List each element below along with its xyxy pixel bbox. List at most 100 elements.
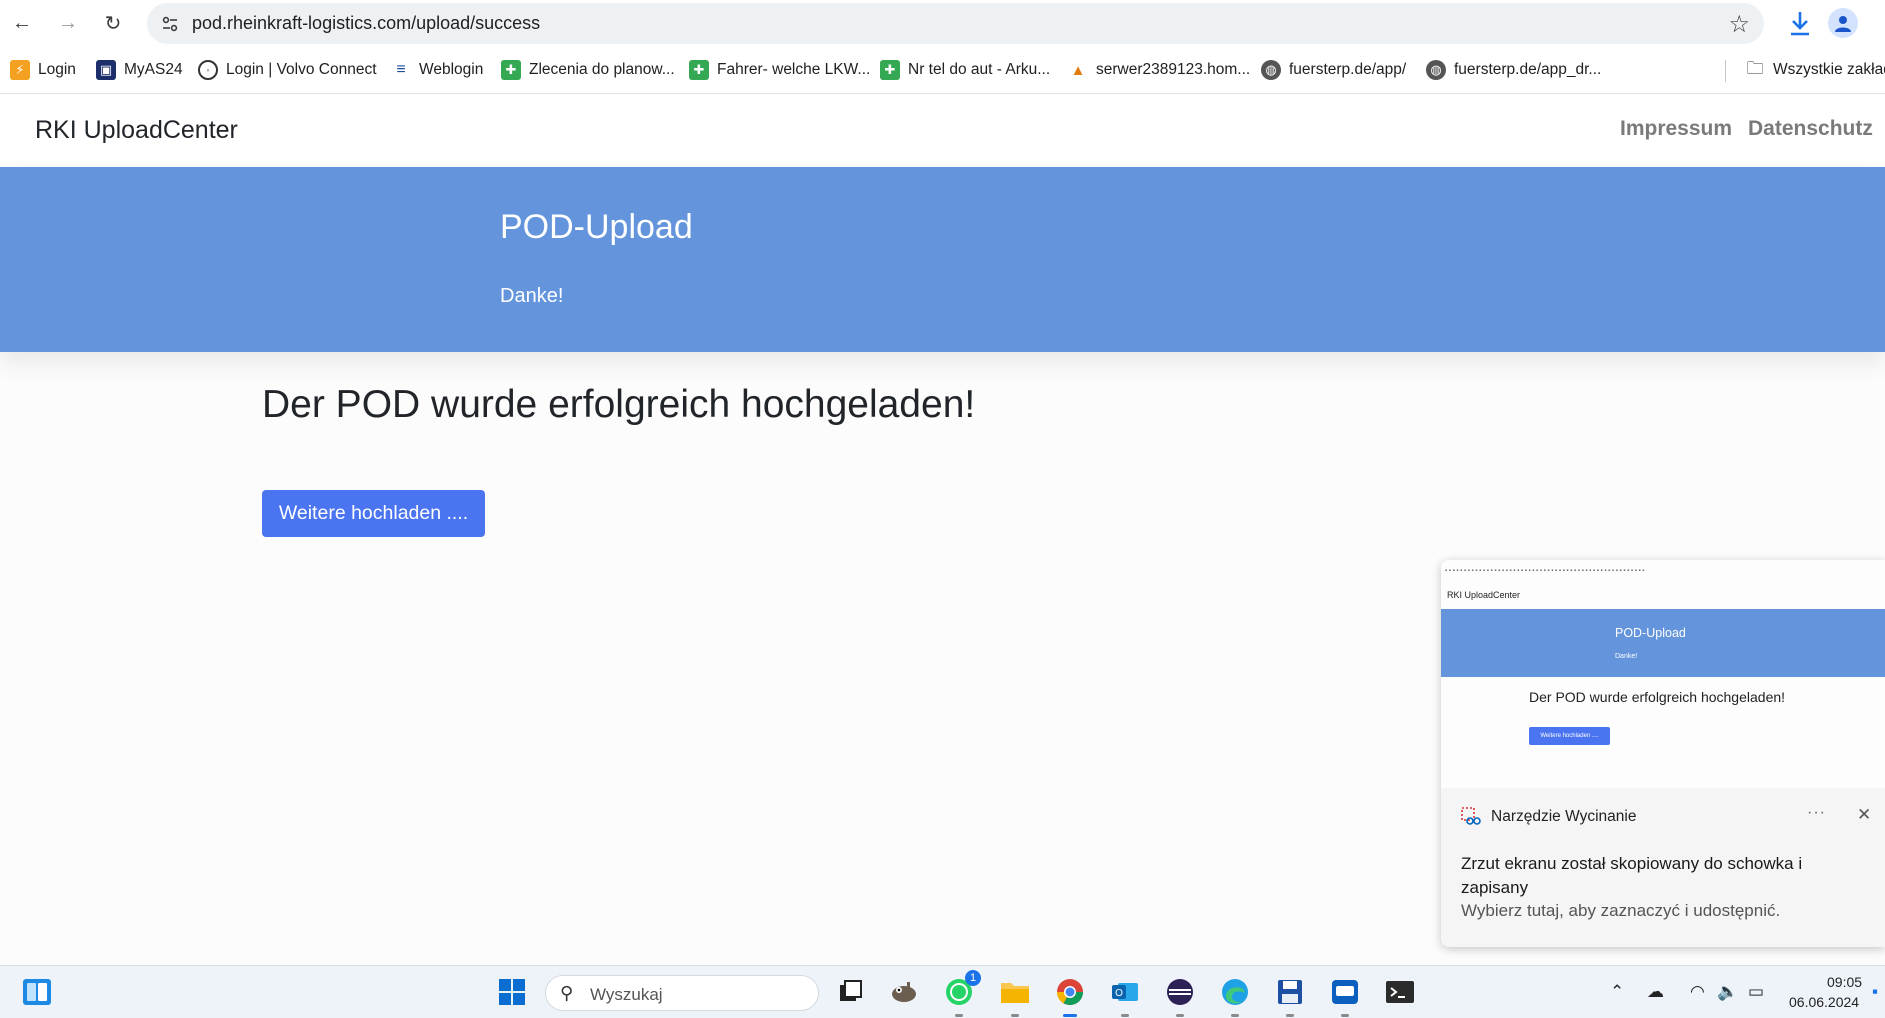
chrome-icon[interactable] [1054, 976, 1086, 1017]
onedrive-offline-icon[interactable]: ☁ [1647, 982, 1664, 1002]
show-hidden-icons-icon[interactable]: ⌃ [1610, 982, 1624, 1002]
gimp-icon[interactable] [888, 976, 920, 1008]
snipping-tool-icon [1461, 807, 1481, 827]
folder-icon: 🗀 [1746, 58, 1764, 78]
bookmark-item[interactable]: ◦ Login | Volvo Connect [198, 56, 377, 84]
screenshot-preview[interactable]: ▪ ▪ ▪ ▪ ▪ ▪ ▪ ▪ ▪ ▪ ▪ ▪ ▪ ▪ ▪ ▪ ▪ ▪ ▪ ▪ … [1441, 560, 1885, 788]
clock-date[interactable]: 06.06.2024 [1789, 994, 1859, 1010]
save-disk-icon[interactable] [1274, 976, 1306, 1017]
whatsapp-badge: 1 [965, 970, 981, 986]
notification-hint: Wybierz tutaj, aby zaznaczyć i udostępni… [1461, 901, 1781, 920]
preview-bookmarks-bar: ▪ ▪ ▪ ▪ ▪ ▪ ▪ ▪ ▪ ▪ ▪ ▪ ▪ ▪ ▪ ▪ ▪ ▪ ▪ ▪ … [1445, 568, 1645, 574]
bookmark-label: Weblogin [419, 61, 484, 78]
site-navbar: RKI UploadCenter Impressum Datenschutz [0, 95, 1885, 167]
bookmark-label: fuersterp.de/app/ [1289, 61, 1407, 78]
bookmark-item[interactable]: ▣ MyAS24 [96, 56, 183, 84]
nav-link-datenschutz[interactable]: Datenschutz [1748, 117, 1873, 141]
bookmark-label: Nr tel do aut - Arku... [908, 61, 1051, 78]
more-options-icon[interactable]: ··· [1807, 804, 1826, 822]
weblogin-favicon-icon: ≡ [396, 61, 406, 78]
sheets-favicon-icon: ✚ [501, 60, 521, 80]
whatsapp-icon[interactable]: 1 [943, 970, 981, 1017]
task-view-icon[interactable] [834, 976, 866, 1008]
bookmarks-divider [1725, 60, 1726, 82]
bookmark-label: Fahrer- welche LKW... [717, 61, 871, 78]
snipping-notification[interactable]: ▪ ▪ ▪ ▪ ▪ ▪ ▪ ▪ ▪ ▪ ▪ ▪ ▪ ▪ ▪ ▪ ▪ ▪ ▪ ▪ … [1441, 560, 1885, 947]
bookmark-label: Zlecenia do planow... [529, 61, 675, 78]
back-icon[interactable]: ← [5, 6, 39, 40]
all-bookmarks-label: Wszystkie zakładki [1773, 61, 1885, 78]
forward-icon[interactable]: → [51, 6, 85, 40]
bookmark-label: serwer2389123.hom... [1096, 61, 1251, 78]
running-indicator [1121, 1014, 1129, 1017]
remote-desktop-icon[interactable] [1329, 976, 1361, 1017]
notification-app-name: Narzędzie Wycinanie [1491, 808, 1637, 825]
bookmark-item[interactable]: ◍ fuersterp.de/app_dr... [1426, 56, 1601, 84]
edge-icon[interactable] [1219, 976, 1251, 1017]
site-info-icon[interactable] [159, 13, 181, 35]
myas24-favicon-icon: ▣ [96, 60, 116, 80]
globe-favicon-icon: ◍ [1426, 60, 1446, 80]
all-bookmarks-button[interactable]: 🗀 Wszystkie zakładki [1745, 56, 1885, 84]
upload-more-button[interactable]: Weitere hochladen .... [262, 490, 485, 537]
download-icon[interactable] [1786, 8, 1814, 38]
bookmarks-bar: ⚡ Login ▣ MyAS24 ◦ Login | Volvo Connect… [0, 52, 1885, 88]
site-brand[interactable]: RKI UploadCenter [35, 116, 238, 145]
preview-heading: Der POD wurde erfolgreich hochgeladen! [1529, 689, 1786, 705]
taskbar: ⚲ Wyszukaj 1 O ⌃ ☁ ◠ 🔈 ▭ 09:05 06.06.202… [0, 965, 1885, 1018]
taskbar-search[interactable]: ⚲ Wyszukaj [545, 975, 819, 1011]
success-heading: Der POD wurde erfolgreich hochgeladen! [262, 383, 976, 426]
clock-time[interactable]: 09:05 [1827, 974, 1862, 990]
reload-icon[interactable]: ↻ [96, 6, 130, 40]
svg-text:O: O [1115, 988, 1123, 999]
address-bar[interactable]: pod.rheinkraft-logistics.com/upload/succ… [147, 3, 1764, 44]
bookmark-label: Login [38, 61, 76, 78]
wifi-icon[interactable]: ◠ [1690, 982, 1705, 1002]
bookmark-star-icon[interactable]: ☆ [1728, 10, 1750, 39]
preview-brand: RKI UploadCenter [1447, 590, 1521, 600]
login-favicon-icon: ⚡ [10, 60, 30, 80]
active-indicator [1063, 1014, 1077, 1017]
search-placeholder: Wyszukaj [590, 985, 663, 1004]
preview-hero: POD-Upload Danke! [1441, 609, 1885, 677]
running-indicator [1286, 1014, 1294, 1017]
notification-bell-icon[interactable]: ▪ [1872, 982, 1878, 1002]
search-icon: ⚲ [560, 983, 574, 1003]
bookmark-item[interactable]: ◍ fuersterp.de/app/ [1261, 56, 1406, 84]
battery-icon[interactable]: ▭ [1748, 982, 1764, 1002]
bookmark-item[interactable]: ≡ Weblogin [391, 56, 483, 84]
eclipse-icon[interactable] [1164, 976, 1196, 1017]
hero-title: POD-Upload [500, 208, 693, 246]
volume-icon[interactable]: 🔈 [1717, 982, 1738, 1002]
running-indicator [1176, 1014, 1184, 1017]
bookmark-item[interactable]: ✚ Zlecenia do planow... [501, 56, 675, 84]
terminal-icon[interactable] [1384, 976, 1416, 1008]
preview-hero-subtitle: Danke! [1615, 653, 1638, 660]
close-icon[interactable]: ✕ [1857, 805, 1871, 825]
browser-toolbar: ← → ↻ pod.rheinkraft-logistics.com/uploa… [0, 0, 1885, 94]
bookmark-label: MyAS24 [124, 61, 183, 78]
notification-body: Zrzut ekranu został skopiowany do schowk… [1461, 854, 1803, 897]
bookmark-item[interactable]: ⚡ Login [10, 56, 76, 84]
volvo-favicon-icon: ◦ [198, 60, 218, 80]
preview-hero-title: POD-Upload [1615, 626, 1686, 640]
bookmark-item[interactable]: ✚ Fahrer- welche LKW... [689, 56, 870, 84]
bookmark-label: Login | Volvo Connect [226, 61, 377, 78]
nav-link-impressum[interactable]: Impressum [1620, 117, 1732, 141]
running-indicator [1341, 1014, 1349, 1017]
bookmark-item[interactable]: ✚ Nr tel do aut - Arku... [880, 56, 1050, 84]
bookmark-item[interactable]: ▲ serwer2389123.hom... [1068, 56, 1251, 84]
file-explorer-icon[interactable] [999, 976, 1031, 1017]
windows-start-icon[interactable] [496, 976, 528, 1008]
running-indicator [1231, 1014, 1239, 1017]
running-indicator [1011, 1014, 1019, 1017]
profile-avatar-icon[interactable] [1828, 8, 1858, 38]
url-text[interactable]: pod.rheinkraft-logistics.com/upload/succ… [192, 13, 540, 34]
running-indicator [955, 1014, 963, 1017]
pma-favicon-icon: ▲ [1070, 61, 1086, 79]
hero-banner: POD-Upload Danke! [0, 167, 1885, 352]
sheets-favicon-icon: ✚ [880, 60, 900, 80]
globe-favicon-icon: ◍ [1261, 60, 1281, 80]
outlook-icon[interactable]: O [1109, 976, 1141, 1017]
widgets-icon[interactable] [21, 976, 53, 1008]
